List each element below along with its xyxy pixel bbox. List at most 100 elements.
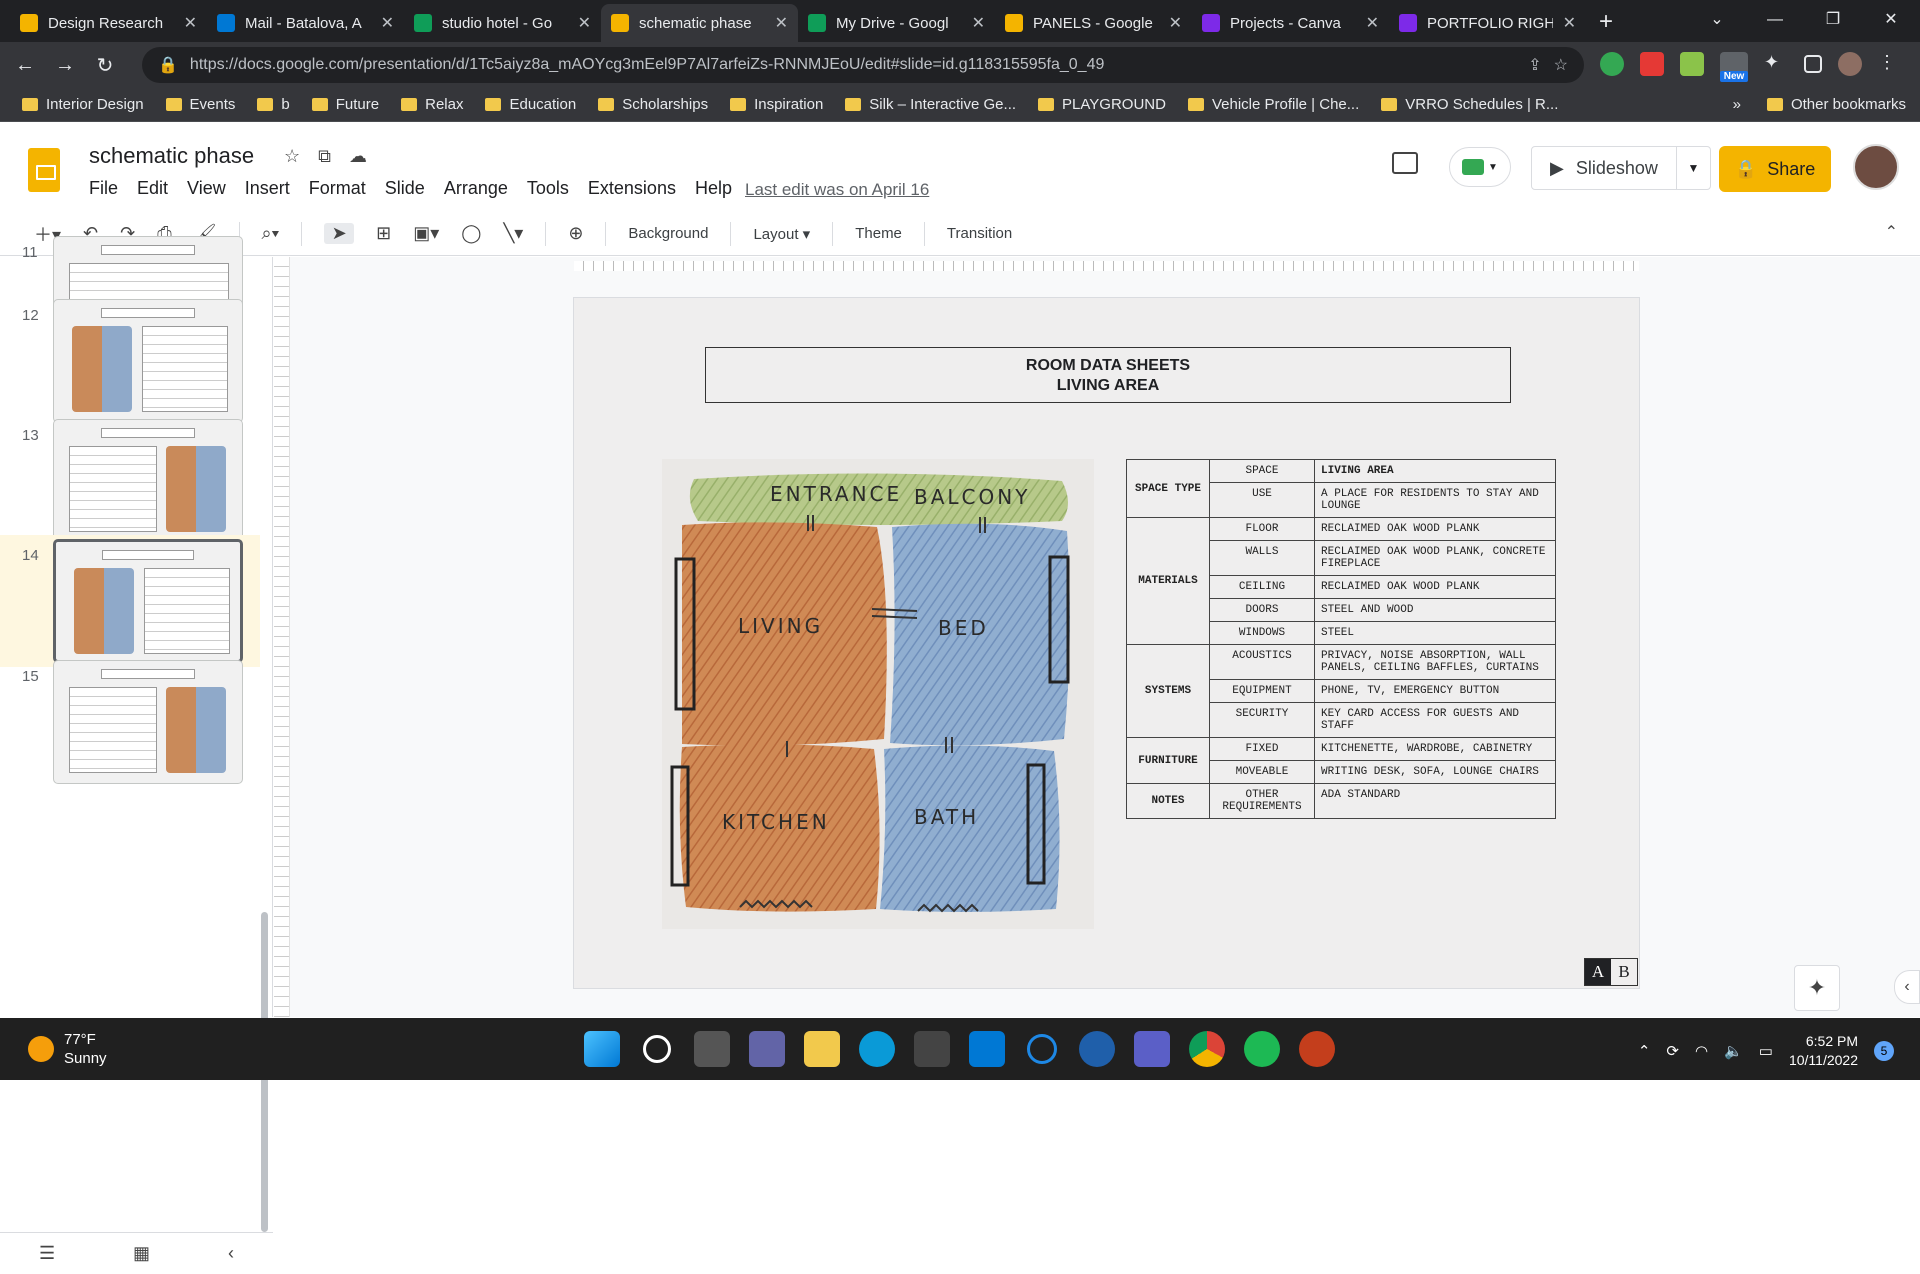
bookmark-item[interactable]: Scholarships <box>598 96 708 113</box>
mail-icon[interactable] <box>969 1031 1005 1067</box>
account-avatar[interactable] <box>1853 144 1899 190</box>
share-button[interactable]: 🔒 Share <box>1719 146 1831 192</box>
slideshow-dropdown[interactable]: ▼ <box>1676 147 1710 189</box>
tp-extension-icon[interactable] <box>1640 52 1664 76</box>
new-extension-icon[interactable]: New <box>1720 52 1748 82</box>
move-folder-icon[interactable]: ⧉ <box>318 146 331 167</box>
bookmark-item[interactable]: Inspiration <box>730 96 823 113</box>
browser-tab[interactable]: My Drive - Googl ✕ <box>798 4 995 42</box>
other-bookmarks[interactable]: Other bookmarks <box>1766 96 1906 113</box>
menu-slide[interactable]: Slide <box>385 178 425 199</box>
bookmark-item[interactable]: Education <box>485 96 576 113</box>
image-icon[interactable]: ▣▾ <box>413 223 439 244</box>
ab-badge[interactable]: A B <box>1584 958 1638 986</box>
sync-icon[interactable]: ⟳ <box>1666 1042 1679 1060</box>
hide-filmstrip-icon[interactable]: ‹ <box>228 1243 234 1264</box>
teams-icon[interactable] <box>1134 1031 1170 1067</box>
explore-icon[interactable]: ✦ <box>1794 965 1840 1011</box>
text-box-icon[interactable]: ⊞ <box>376 223 391 244</box>
task-view-icon[interactable] <box>694 1031 730 1067</box>
chrome-icon[interactable] <box>1189 1031 1225 1067</box>
comments-icon[interactable] <box>1392 152 1418 174</box>
browser-tab[interactable]: Mail - Batalova, A ✕ <box>207 4 404 42</box>
document-title[interactable]: schematic phase <box>89 143 254 169</box>
notification-badge[interactable]: 5 <box>1874 1041 1894 1061</box>
bookmark-item[interactable]: Interior Design <box>22 96 144 113</box>
tab-close-icon[interactable]: ✕ <box>1169 13 1182 33</box>
tab-close-icon[interactable]: ✕ <box>775 13 788 33</box>
back-icon[interactable]: ← <box>14 54 36 77</box>
store-icon[interactable] <box>914 1031 950 1067</box>
layout-button[interactable]: Layout ▾ <box>753 225 810 243</box>
add-comment-icon[interactable]: ⊕ <box>568 223 583 244</box>
bookmark-item[interactable]: Silk – Interactive Ge... <box>845 96 1016 113</box>
tab-close-icon[interactable]: ✕ <box>578 13 591 33</box>
lock-icon[interactable]: 🔒 <box>158 55 178 75</box>
share-page-icon[interactable]: ⇪ <box>1528 55 1541 75</box>
filmstrip-view-icon[interactable]: ☰ <box>39 1243 55 1264</box>
omnibox[interactable]: 🔒 https://docs.google.com/presentation/d… <box>142 47 1584 83</box>
reload-icon[interactable]: ↻ <box>94 53 116 78</box>
cloud-status-icon[interactable]: ☁ <box>349 146 367 167</box>
line-icon[interactable]: ╲▾ <box>503 223 523 244</box>
browser-tab[interactable]: PANELS - Google ✕ <box>995 4 1192 42</box>
tab-search-icon[interactable]: ⌄ <box>1688 0 1746 40</box>
url-text[interactable]: https://docs.google.com/presentation/d/1… <box>190 56 1516 74</box>
last-edit-link[interactable]: Last edit was on April 16 <box>745 180 929 200</box>
menu-tools[interactable]: Tools <box>527 178 569 199</box>
wifi-icon[interactable]: ◠ <box>1695 1042 1708 1060</box>
powerpoint-icon[interactable] <box>1299 1031 1335 1067</box>
battery-icon[interactable]: ▭ <box>1759 1042 1773 1060</box>
slide-preview[interactable] <box>53 660 243 784</box>
menu-extensions[interactable]: Extensions <box>588 178 676 199</box>
bookmark-item[interactable]: b <box>257 96 290 113</box>
browser-tab[interactable]: Design Research ✕ <box>10 4 207 42</box>
collapse-menus-icon[interactable]: ⌃ <box>1885 222 1898 242</box>
more-bookmarks-icon[interactable]: » <box>1733 96 1741 113</box>
shape-icon[interactable]: ◯ <box>461 223 481 244</box>
chrome-menu-icon[interactable]: ⋮ <box>1878 52 1902 76</box>
slides-logo-icon[interactable] <box>28 148 60 192</box>
browser-tab[interactable]: studio hotel - Go ✕ <box>404 4 601 42</box>
theme-button[interactable]: Theme <box>855 225 902 242</box>
select-cursor-icon[interactable]: ➤ <box>324 223 355 244</box>
menu-arrange[interactable]: Arrange <box>444 178 508 199</box>
grid-view-icon[interactable]: ▦ <box>133 1243 150 1264</box>
menu-file[interactable]: File <box>89 178 118 199</box>
new-tab-button[interactable]: + <box>1586 8 1626 36</box>
weather-widget[interactable]: 77°F Sunny <box>28 1030 107 1068</box>
menu-insert[interactable]: Insert <box>245 178 290 199</box>
bookmark-item[interactable]: PLAYGROUND <box>1038 96 1166 113</box>
browser-tab[interactable]: schematic phase ✕ <box>601 4 798 42</box>
current-slide[interactable]: ROOM DATA SHEETS LIVING AREA ENTRANCE BA… <box>573 297 1640 989</box>
floor-plan-sketch[interactable]: ENTRANCE BALCONY LIVING BED KITCHEN BATH <box>662 459 1094 929</box>
slide-preview[interactable] <box>53 299 243 423</box>
slide-thumbnail-12[interactable]: 12 <box>0 295 260 427</box>
slide-preview[interactable] <box>53 539 243 663</box>
slide-title-box[interactable]: ROOM DATA SHEETS LIVING AREA <box>705 347 1511 403</box>
extension-icon[interactable] <box>1680 52 1704 76</box>
slide-thumbnail-15[interactable]: 15 <box>0 656 260 788</box>
start-icon[interactable] <box>584 1031 620 1067</box>
menu-edit[interactable]: Edit <box>137 178 168 199</box>
tab-close-icon[interactable]: ✕ <box>972 13 985 33</box>
forward-icon[interactable]: → <box>54 54 76 77</box>
restore-button[interactable]: ❐ <box>1804 0 1862 40</box>
slide-preview[interactable] <box>53 419 243 543</box>
background-button[interactable]: Background <box>628 225 708 242</box>
volume-icon[interactable]: 🔈 <box>1724 1042 1743 1060</box>
cortana-icon[interactable] <box>1027 1034 1057 1064</box>
slide-thumbnail-13[interactable]: 13 <box>0 415 260 547</box>
bookmark-item[interactable]: Vehicle Profile | Che... <box>1187 96 1359 113</box>
show-hidden-icons[interactable]: ⌃ <box>1638 1042 1651 1060</box>
tab-close-icon[interactable]: ✕ <box>1563 13 1576 33</box>
transition-button[interactable]: Transition <box>947 225 1012 242</box>
bookmark-item[interactable]: Events <box>165 96 235 113</box>
profile-avatar-icon[interactable] <box>1838 52 1862 76</box>
file-explorer-icon[interactable] <box>804 1031 840 1067</box>
search-icon[interactable] <box>643 1035 671 1063</box>
side-panel-icon[interactable] <box>1804 55 1822 73</box>
bookmark-item[interactable]: Future <box>311 96 379 113</box>
menu-format[interactable]: Format <box>309 178 366 199</box>
app-icon[interactable] <box>1079 1031 1115 1067</box>
